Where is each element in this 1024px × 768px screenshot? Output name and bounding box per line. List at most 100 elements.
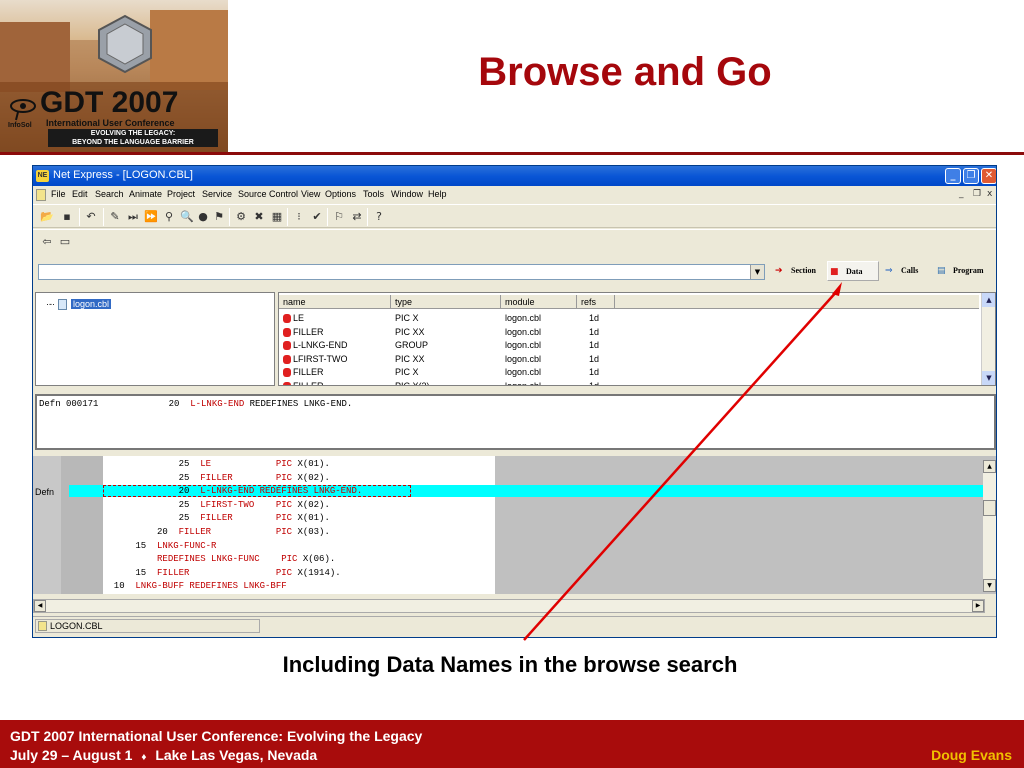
table-row[interactable]: FILLER PIC X(3) logon.cbl 1d <box>279 379 979 386</box>
table-cell-module: logon.cbl <box>501 365 541 379</box>
walk-icon[interactable]: ⚲ <box>161 209 177 225</box>
table-scrollbar[interactable]: ▲ ▼ <box>981 293 995 385</box>
check-dim-icon[interactable]: ⁝ <box>291 209 307 225</box>
back-icon[interactable]: ⇦ <box>39 234 55 250</box>
logo-line1: International User Conference <box>46 118 175 128</box>
forward-icon[interactable]: ▭ <box>57 234 73 250</box>
data-names-table[interactable]: name type module refs LE PIC X logon.cbl 1d… <box>278 292 996 386</box>
project-icon[interactable]: ▦ <box>269 209 285 225</box>
menu-window[interactable]: Window <box>391 189 423 199</box>
table-row[interactable]: FILLER PIC X logon.cbl 1d <box>279 365 979 379</box>
program-button[interactable]: ▤ Program <box>935 261 995 281</box>
mdi-restore-button[interactable]: ❐ <box>973 189 981 199</box>
browse-icon[interactable]: ⇄ <box>349 209 365 225</box>
menu-project[interactable]: Project <box>167 189 195 199</box>
toolbar-separator <box>229 208 230 226</box>
menu-search[interactable]: Search <box>95 189 124 199</box>
project-tree[interactable]: ·-· logon.cbl <box>35 292 275 386</box>
scroll-right-icon[interactable]: ▶ <box>972 600 984 612</box>
document-icon[interactable] <box>36 189 46 201</box>
source-token <box>233 513 276 523</box>
scroll-down-icon[interactable]: ▼ <box>983 579 996 592</box>
mdi-minimize-button[interactable]: _ <box>959 189 964 199</box>
logo-main-text: GDT 2007 <box>40 86 179 119</box>
open-icon[interactable]: 📂 <box>39 209 55 225</box>
scroll-up-icon[interactable]: ▲ <box>982 293 995 307</box>
menu-view[interactable]: View <box>301 189 320 199</box>
table-row[interactable]: LE PIC X logon.cbl 1d <box>279 311 979 325</box>
logo-line2: EVOLVING THE LEGACY: <box>48 129 218 138</box>
traffic-light-icon[interactable]: ● <box>195 209 211 225</box>
run-icon[interactable]: ⏩ <box>143 209 159 225</box>
table-row[interactable]: FILLER PIC XX logon.cbl 1d <box>279 325 979 339</box>
calls-button[interactable]: ⇒ Calls <box>883 261 935 281</box>
footer-author: Doug Evans <box>931 747 1012 763</box>
table-cell-type: PIC X(3) <box>391 379 430 386</box>
build-icon[interactable]: ⚙ <box>233 209 249 225</box>
logo-building-right <box>150 10 228 90</box>
menu-animate[interactable]: Animate <box>129 189 162 199</box>
source-token: L-LNKG-END REDEFINES LNKG-END. <box>200 486 363 497</box>
source-token: REDEFINES LNKG-FUNC <box>157 554 260 565</box>
minimize-button[interactable]: _ <box>945 168 961 184</box>
source-editor[interactable]: Defn 25 LE PIC X(01). 25 FILLER PIC X(02… <box>33 456 996 594</box>
table-cell-type: PIC XX <box>391 325 425 339</box>
menu-service[interactable]: Service <box>202 189 232 199</box>
scroll-down-icon[interactable]: ▼ <box>982 371 995 385</box>
definition-pane[interactable]: Defn 000171 20 L-LNKG-END REDEFINES LNKG… <box>35 394 996 450</box>
menu-tools[interactable]: Tools <box>363 189 384 199</box>
help-icon[interactable]: ? <box>371 209 387 225</box>
column-header-name[interactable]: name <box>279 295 391 309</box>
data-item-icon <box>283 341 291 351</box>
scroll-up-icon[interactable]: ▲ <box>983 460 996 473</box>
menu-edit[interactable]: Edit <box>72 189 88 199</box>
pin-icon[interactable]: ⚑ <box>211 209 227 225</box>
find-icon[interactable]: ⚐ <box>331 209 347 225</box>
data-button[interactable]: ■ Data <box>827 261 879 281</box>
editor-vertical-scrollbar[interactable]: ▲ ▼ <box>983 460 996 592</box>
chevron-down-icon[interactable]: ▼ <box>750 265 764 279</box>
menu-help[interactable]: Help <box>428 189 447 199</box>
maximize-button[interactable]: ❐ <box>963 168 979 184</box>
menu-file[interactable]: File <box>51 189 66 199</box>
browse-bar: ▼ ➔ Section ■ Data ⇒ Calls ▤ Program <box>33 252 996 290</box>
editor-horizontal-scrollbar[interactable]: ◀ ▶ <box>33 599 985 613</box>
zoom-icon[interactable]: 🔍 <box>179 209 195 225</box>
check-icon[interactable]: ✔ <box>309 209 325 225</box>
data-item-icon <box>283 354 291 364</box>
mdi-close-button[interactable]: x <box>987 189 992 199</box>
column-header-type[interactable]: type <box>391 295 501 309</box>
table-row[interactable]: L-LNKG-END GROUP logon.cbl 1d <box>279 338 979 352</box>
step-icon[interactable]: ⏭ <box>125 209 141 225</box>
tree-node[interactable]: ·-· logon.cbl <box>46 299 112 311</box>
cell-text: GROUP <box>395 340 429 350</box>
window-titlebar[interactable]: NE Net Express - [LOGON.CBL] _ ❐ ✕ <box>33 166 996 186</box>
browse-search-input[interactable]: ▼ <box>38 264 765 280</box>
close-button[interactable]: ✕ <box>981 168 996 184</box>
scroll-left-icon[interactable]: ◀ <box>34 600 46 612</box>
rebuild-icon[interactable]: ✖ <box>251 209 267 225</box>
undo-icon[interactable]: ↶ <box>83 209 99 225</box>
slide-caption: Including Data Names in the browse searc… <box>282 652 738 677</box>
table-row[interactable]: LFIRST-TWO PIC XX logon.cbl 1d <box>279 352 979 366</box>
table-cell-module: logon.cbl <box>501 379 541 386</box>
column-header-refs[interactable]: refs <box>577 295 615 309</box>
menu-source-control[interactable]: Source Control <box>238 189 298 199</box>
scroll-thumb[interactable] <box>983 500 996 516</box>
table-cell-module: logon.cbl <box>501 311 541 325</box>
source-token: 15 <box>103 567 158 578</box>
save-icon[interactable]: ▪ <box>59 209 75 225</box>
status-document[interactable]: LOGON.CBL <box>35 619 260 633</box>
column-header-module[interactable]: module <box>501 295 577 309</box>
table-header: name type module refs <box>279 295 979 309</box>
source-token: PIC <box>275 459 293 469</box>
source-token <box>211 459 276 469</box>
status-document-label: LOGON.CBL <box>50 621 103 631</box>
menu-options[interactable]: Options <box>325 189 356 199</box>
table-cell-name: FILLER <box>279 365 324 379</box>
cell-text: FILLER <box>293 326 324 337</box>
source-token: FILLER <box>157 567 190 578</box>
animate-icon[interactable]: ✎ <box>107 209 123 225</box>
section-button[interactable]: ➔ Section <box>773 261 827 281</box>
source-token: 10 <box>103 581 136 592</box>
